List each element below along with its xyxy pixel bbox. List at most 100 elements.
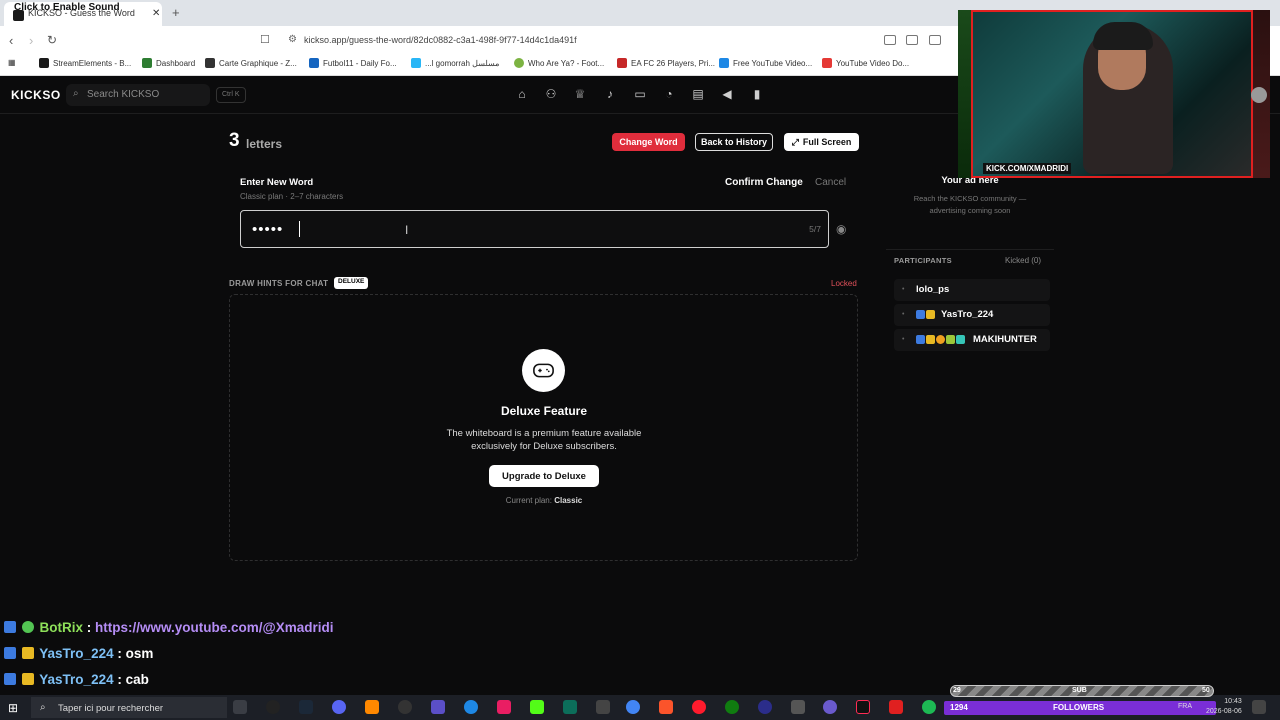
locked-status: Locked [831,279,857,288]
windows-start-icon[interactable]: ⊞ [8,701,18,715]
game-card-icon[interactable]: ▮ [749,87,765,103]
participant-row[interactable]: • YasTro_224 [894,304,1050,326]
news-icon[interactable]: ▤ [690,87,706,103]
password-icon[interactable] [929,35,941,45]
discord-icon[interactable] [332,700,346,714]
language-indicator[interactable]: FRA [1178,703,1192,710]
current-plan-name: Classic [554,496,583,505]
new-word-input[interactable]: ••••• 5/7 [240,210,829,248]
bullet-icon: • [902,311,905,318]
crown-badge-icon [926,310,935,319]
search-input[interactable]: ⌕ Search KICKSO [66,84,210,106]
opera-icon[interactable] [692,700,706,714]
vlc-icon[interactable] [365,700,379,714]
app-icon[interactable] [823,700,837,714]
bookmark-favicon-icon [514,58,524,68]
steam-icon[interactable] [299,700,313,714]
bookmark-favicon-icon [719,58,729,68]
home-icon[interactable]: ⌂ [514,87,530,103]
avatar[interactable] [1251,87,1267,103]
chrome-icon[interactable] [626,700,640,714]
bookmark-item[interactable]: StreamElements - B... [39,58,131,68]
show-word-eye-icon[interactable]: ◉ [836,222,846,236]
app-icon[interactable] [563,700,577,714]
bookmark-favicon-icon [309,58,319,68]
bookmark-item[interactable]: YouTube Video Do... [822,58,909,68]
pie-chart-icon[interactable]: ◔ [661,87,677,103]
obs-icon[interactable] [758,700,772,714]
app-icon[interactable] [889,700,903,714]
enter-word-subtitle: Classic plan · 2–7 characters [240,192,344,201]
tiktok-icon[interactable] [856,700,870,714]
kick-badge-icon [916,335,925,344]
capcut-icon[interactable] [596,700,610,714]
taskbar-search-placeholder: Taper ici pour rechercher [58,703,164,714]
bookmark-item[interactable]: Dashboard [142,58,195,68]
xbox-icon[interactable] [725,700,739,714]
trophy-icon[interactable]: ♕ [572,87,588,103]
draw-hints-label: DRAW HINTS FOR CHAT [229,279,329,288]
monitor-icon[interactable]: ▭ [632,87,648,103]
confirm-change-button[interactable]: Confirm Change [725,177,803,188]
translate-icon[interactable] [884,35,896,45]
cast-icon[interactable] [906,35,918,45]
taskbar-clock[interactable]: 10:43 2026-08-06 [1206,697,1242,717]
masked-word-value: ••••• [252,221,284,238]
bookmark-item[interactable]: Free YouTube Video... [719,58,812,68]
enable-sound-tooltip[interactable]: Click to Enable Sound [14,2,120,13]
participant-row[interactable]: • lolo_ps [894,279,1050,301]
kick-icon[interactable] [530,700,544,714]
apps-icon[interactable]: ▦ [8,58,16,67]
site-info-icon[interactable]: ⚙ [288,34,297,45]
microphone-icon[interactable]: ♪ [602,87,618,103]
full-screen-button[interactable]: ⤢ Full Screen [784,133,859,151]
spotify-icon[interactable] [922,700,936,714]
close-tab-icon[interactable]: ✕ [152,8,160,19]
megaphone-icon[interactable]: ◀ [719,87,735,103]
sub-min: 29 [953,687,961,694]
clock-time: 10:43 [1224,698,1242,705]
taskbar-search-input[interactable]: ⌕ Taper ici pour rechercher [31,697,227,718]
bookmark-item[interactable]: EA FC 26 Players, Pri... [617,58,715,68]
logo[interactable]: KICKSO [11,88,61,102]
text-caret [299,221,300,237]
users-icon[interactable]: ⚇ [543,87,559,103]
url-text: kickso.app/guess-the-word/82dc0882-c3a1-… [304,35,577,45]
messenger-icon[interactable] [464,700,478,714]
chat-link[interactable]: https://www.youtube.com/@Xmadridi [95,620,333,635]
app-icon[interactable] [431,700,445,714]
bookmark-item[interactable]: ...l gomorrah مسلسل [411,58,499,68]
sub-label: SUB [1072,687,1087,694]
sub-max: 50 [1202,687,1210,694]
app-icon[interactable] [497,700,511,714]
followers-count: 1294 [950,703,968,712]
leaf-badge-icon [946,335,955,344]
new-tab-icon[interactable]: + [172,5,180,20]
task-view-icon[interactable] [233,700,247,714]
bullet-icon: • [902,336,905,343]
app-icon[interactable] [266,700,280,714]
participant-row[interactable]: • MAKIHUNTER [894,329,1050,351]
change-word-button[interactable]: Change Word [612,133,685,151]
reload-icon[interactable]: ↻ [47,33,57,47]
participant-name: MAKIHUNTER [973,334,1037,345]
upgrade-to-deluxe-button[interactable]: Upgrade to Deluxe [489,465,599,487]
crown-badge-icon [926,335,935,344]
chat-separator: : [113,672,126,687]
search-icon: ⌕ [40,702,46,713]
url-field[interactable]: ⚙ kickso.app/guess-the-word/82dc0882-c3a… [282,30,962,50]
cancel-button[interactable]: Cancel [815,177,846,188]
app-icon[interactable] [398,700,412,714]
bookmark-item[interactable]: Carte Graphique - Z... [205,58,297,68]
bookmark-item[interactable]: Who Are Ya? - Foot... [514,58,604,68]
notifications-icon[interactable] [1252,700,1266,714]
forward-icon[interactable]: › [29,33,33,48]
kick-badge-icon [916,310,925,319]
app-icon[interactable] [791,700,805,714]
back-to-history-button[interactable]: Back to History [695,133,773,151]
back-icon[interactable]: ‹ [9,33,13,48]
brave-icon[interactable] [659,700,673,714]
bookmark-icon[interactable]: ☐ [260,33,270,46]
kicked-count[interactable]: Kicked (0) [1005,256,1041,265]
bookmark-item[interactable]: Futbol11 - Daily Fo... [309,58,397,68]
